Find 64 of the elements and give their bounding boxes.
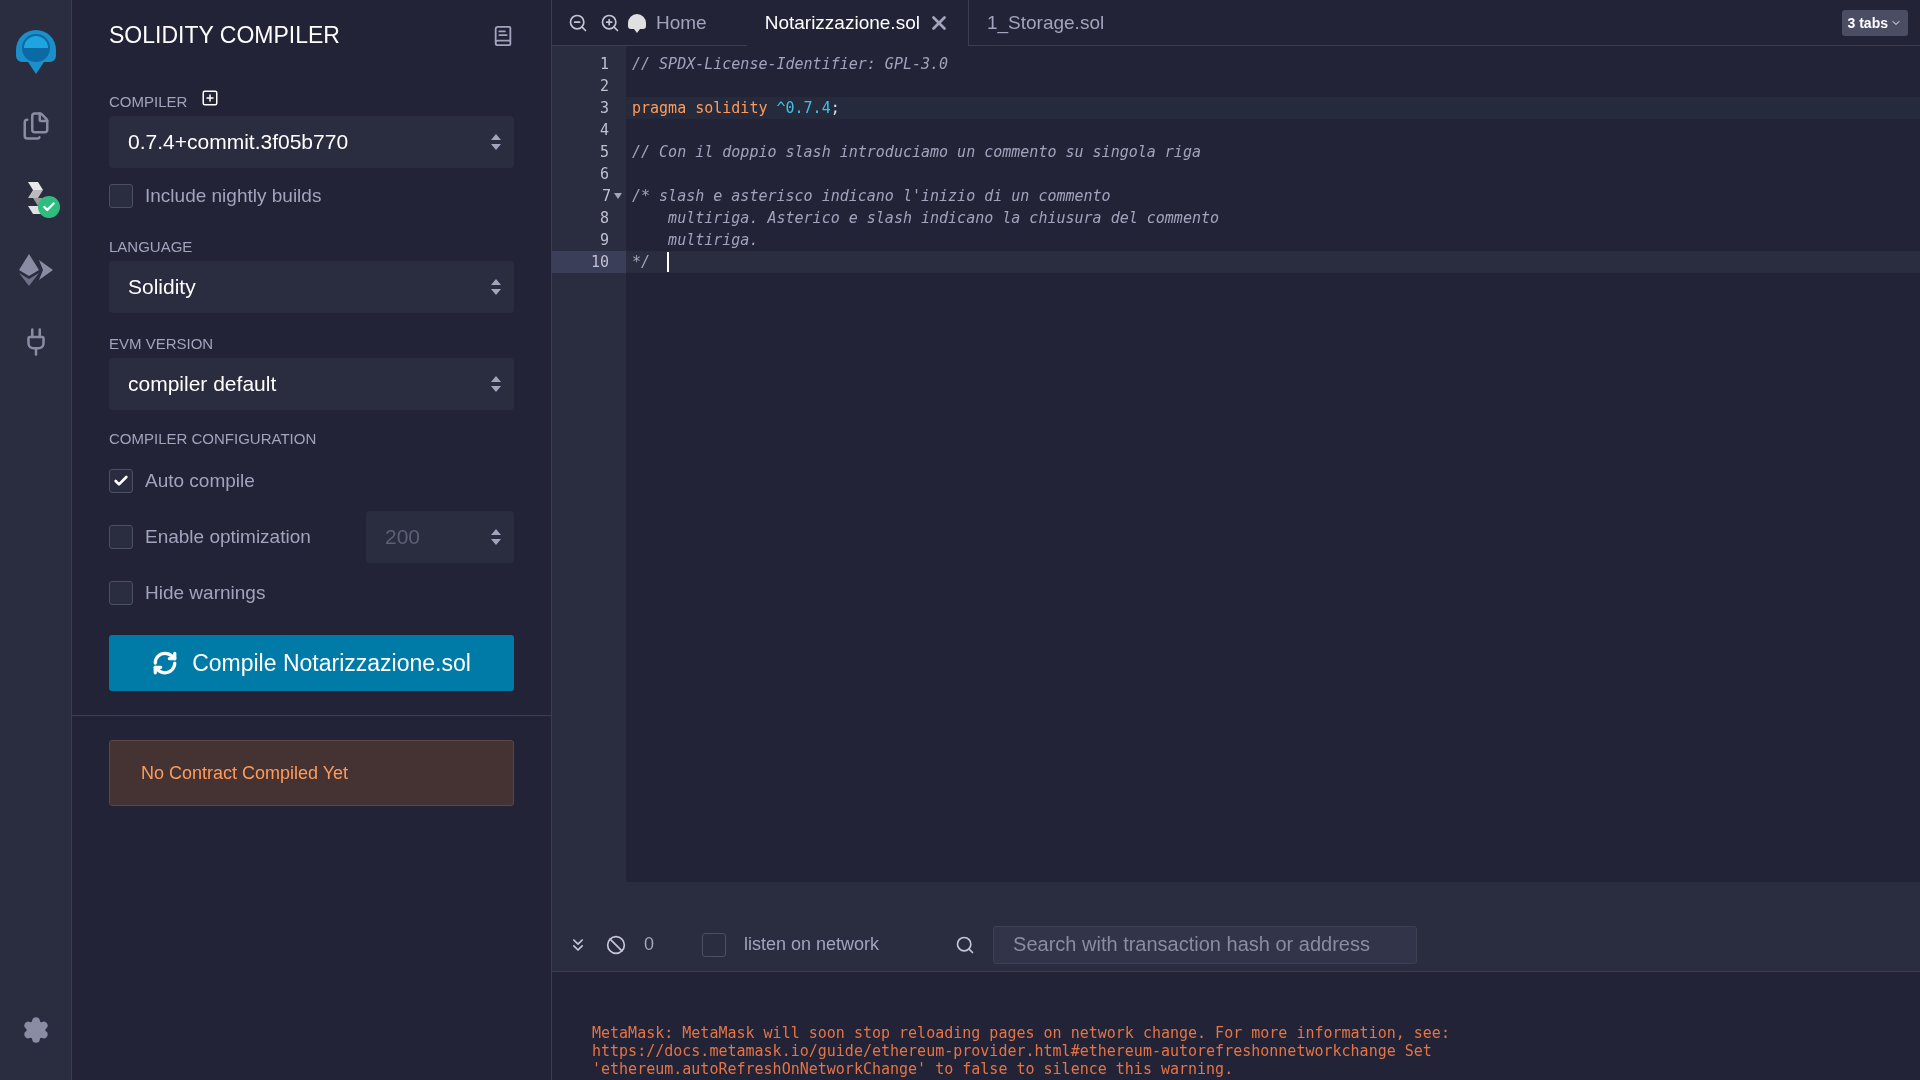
- checkbox-label: Auto compile: [145, 470, 255, 492]
- code-text: pragma solidity: [632, 99, 769, 117]
- section-label: COMPILER CONFIGURATION: [109, 430, 318, 447]
- compiler-label: COMPILER: [109, 93, 188, 110]
- line-number: 10: [552, 251, 626, 273]
- line-number: 7: [552, 185, 626, 207]
- updown-arrows-icon: [490, 374, 502, 394]
- option-checkbox[interactable]: [109, 581, 133, 605]
- compile-button[interactable]: Compile Notarizzazione.sol: [109, 635, 514, 691]
- line-number: 2: [598, 76, 610, 97]
- checkbox-label: Hide warnings: [145, 582, 266, 604]
- listen-checkbox[interactable]: [702, 932, 726, 957]
- checkmark-icon: [113, 473, 129, 489]
- editor-tab[interactable]: 1_Storage.sol: [968, 0, 1123, 46]
- evm-version-select[interactable]: compiler default: [109, 358, 514, 410]
- add-compiler-icon[interactable]: [201, 88, 220, 107]
- checkbox-label: Enable optimization: [145, 526, 311, 548]
- line-number: 9: [598, 230, 610, 251]
- log-text: 'ethereum.autoRefreshOnNetworkChange' to false to silence this warning.: [592, 1060, 1235, 1078]
- check-badge-icon: [37, 196, 60, 218]
- line-number: 3: [598, 98, 610, 119]
- line-number: 4: [598, 120, 610, 141]
- tabs-dropdown[interactable]: 3 tabs: [1841, 9, 1908, 36]
- panel-title: SOLIDITY COMPILER: [109, 22, 340, 49]
- updown-arrows-icon: [490, 527, 502, 547]
- ethereum-arrow-icon: [18, 254, 53, 286]
- log-text: https://docs.metamask.io/guide/ethereum-provider.html#ethereum-autorefreshonnetworkchange Set: [592, 1042, 1433, 1060]
- code-text: ^0.7.4: [776, 99, 831, 117]
- code-text: multiriga.: [667, 231, 759, 249]
- editor-tab[interactable]: Notarizzazione.sol: [746, 0, 969, 46]
- line-number: 5: [598, 142, 610, 163]
- search-field[interactable]: Search with transaction hash or address: [993, 925, 1418, 964]
- code-text: /* slash e asterisco indicano l'inizio di un commento: [632, 187, 1111, 205]
- line-number: 6: [598, 164, 610, 185]
- code-text: */: [632, 253, 652, 271]
- home-logo-icon: [626, 12, 648, 33]
- text-cursor: [667, 252, 670, 272]
- checkbox-label: listen on network: [744, 934, 880, 955]
- code-text: ;: [830, 99, 840, 117]
- documentation-icon[interactable]: [492, 24, 514, 47]
- search-icon: [955, 934, 976, 955]
- evm-version-label: EVM VERSION: [109, 335, 215, 352]
- code-text: // SPDX-License-Identifier: GPL-3.0: [632, 55, 949, 73]
- language-label: LANGUAGE: [109, 238, 194, 255]
- clear-icon[interactable]: [606, 934, 626, 955]
- option-checkbox[interactable]: [109, 525, 133, 549]
- compiler-select[interactable]: 0.7.4+commit.3f05b770: [109, 116, 514, 168]
- line-number: 8: [598, 208, 610, 229]
- updown-arrows-icon: [490, 132, 502, 152]
- pending-count: 0: [644, 934, 654, 955]
- log-text: MetaMask: MetaMask will soon stop reloading pages on network change. For more information, see:: [592, 1024, 1451, 1042]
- fold-icon[interactable]: [614, 193, 622, 199]
- settings-icon[interactable]: [21, 1016, 50, 1044]
- refresh-icon: [152, 650, 179, 676]
- checkbox-label: Include nightly builds: [145, 185, 322, 207]
- language-select[interactable]: Solidity: [109, 261, 514, 313]
- code-text: // Con il doppio slash introduciamo un commento su singola riga: [632, 143, 1201, 161]
- editor-tab[interactable]: Home: [626, 0, 747, 46]
- status-message: No Contract Compiled Yet: [109, 740, 514, 806]
- code-text: multiriga. Asterico e slash indicano la chiusura del commento: [667, 209, 1219, 227]
- line-number: 1: [598, 54, 610, 75]
- updown-arrows-icon: [490, 277, 502, 297]
- option-checkbox[interactable]: [109, 469, 133, 493]
- nightly-checkbox[interactable]: [109, 184, 133, 208]
